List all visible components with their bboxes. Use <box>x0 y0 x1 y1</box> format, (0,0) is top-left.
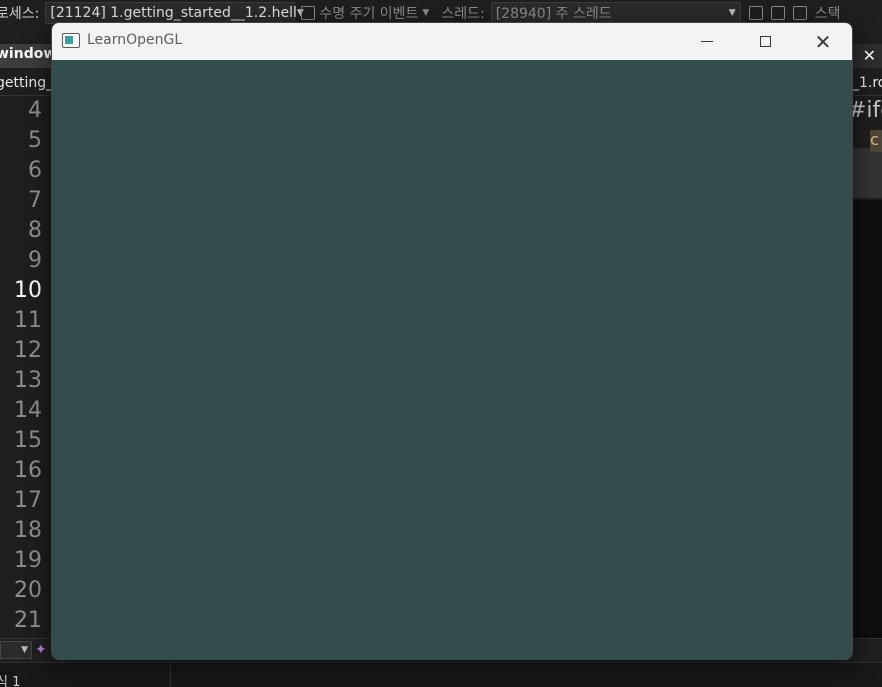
line-number: 8 <box>28 218 42 243</box>
window-titlebar[interactable]: LearnOpenGL ✕ <box>52 23 852 60</box>
minimize-button[interactable] <box>678 23 736 60</box>
line-number: 21 <box>14 608 42 633</box>
line-number-current: 10 <box>14 278 42 303</box>
flag-icon[interactable] <box>748 6 763 20</box>
lifecycle-label: 수명 주기 이벤트 <box>319 6 419 22</box>
line-number: 16 <box>14 458 42 483</box>
thread-value: [28940] 주 스레드 <box>495 6 612 22</box>
lifecycle-icon <box>301 6 316 20</box>
line-number: 15 <box>14 428 42 453</box>
process-value: [21124] 1.getting_started__1.2.hell <box>50 5 297 21</box>
side-panel <box>853 148 882 198</box>
line-number: 11 <box>14 308 42 333</box>
zoom-dropdown[interactable]: ▼ <box>0 641 32 659</box>
line-number-gutter: 4 5 6 7 8 9 10 11 12 13 14 15 16 17 18 1… <box>0 96 50 636</box>
copilot-icon[interactable]: ✦ <box>35 642 47 658</box>
lifecycle-events-button[interactable]: 수명 주기 이벤트 ▼ <box>295 3 435 23</box>
watch-tab-label[interactable]: 식 1 <box>0 671 20 687</box>
watch-panel: 식 1 <box>0 662 882 687</box>
member-dropdown[interactable]: _1.rol <box>852 75 882 91</box>
side-panel-dark <box>853 200 882 640</box>
line-number: 5 <box>28 128 42 153</box>
maximize-icon <box>759 36 771 47</box>
close-icon: ✕ <box>814 29 832 54</box>
tab-label: window <box>0 46 57 62</box>
close-icon[interactable]: ✕ <box>863 44 876 68</box>
line-number: 17 <box>14 488 42 513</box>
line-number: 4 <box>28 98 42 123</box>
opengl-render-area[interactable] <box>52 60 852 659</box>
show-threads-icon[interactable] <box>792 6 807 20</box>
line-number: 18 <box>14 518 42 543</box>
line-number: 12 <box>14 338 42 363</box>
process-label: 로세스: <box>0 6 40 22</box>
maximize-button[interactable] <box>736 23 794 60</box>
line-number: 6 <box>28 158 42 183</box>
line-number: 7 <box>28 188 42 213</box>
close-button[interactable]: ✕ <box>794 23 852 60</box>
thread-filter-icon[interactable] <box>770 6 785 20</box>
learnopengl-window[interactable]: LearnOpenGL ✕ <box>51 22 853 660</box>
line-number: 20 <box>14 578 42 603</box>
thread-label: 스레드: <box>441 6 485 22</box>
stack-frame-label: 스택 <box>814 6 841 22</box>
thread-dropdown[interactable]: [28940] 주 스레드 ▼ <box>490 2 741 24</box>
window-title: LearnOpenGL <box>87 32 183 48</box>
chevron-down-icon: ▼ <box>728 8 736 18</box>
app-icon <box>62 33 80 48</box>
process-dropdown[interactable]: [21124] 1.getting_started__1.2.hell ▼ <box>45 2 304 24</box>
minimize-icon <box>701 41 713 42</box>
line-number: 9 <box>28 248 42 273</box>
line-number: 19 <box>14 548 42 573</box>
chevron-down-icon: ▼ <box>422 8 430 18</box>
code-highlight: c <box>870 130 882 152</box>
line-number: 14 <box>14 398 42 423</box>
code-text: #ifd <box>848 98 882 123</box>
line-number: 13 <box>14 368 42 393</box>
divider <box>170 663 171 687</box>
